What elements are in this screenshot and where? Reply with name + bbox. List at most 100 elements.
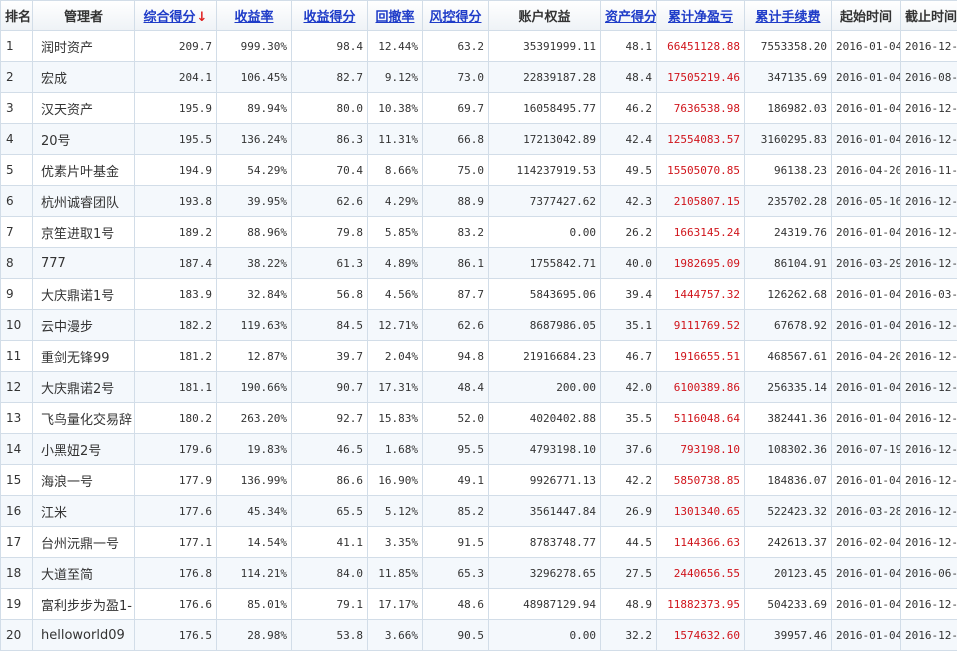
- table-row[interactable]: 5优素片叶基金194.954.29%70.48.66%75.0114237919…: [1, 155, 957, 186]
- table-row[interactable]: 19富利步步为盈1-176.685.01%79.117.17%48.648987…: [1, 589, 957, 620]
- cell-composite-score: 189.2: [135, 217, 217, 248]
- cell-cum-fees: 347135.69: [745, 62, 832, 93]
- table-row[interactable]: 8777187.438.22%61.34.89%86.11755842.7140…: [1, 248, 957, 279]
- cell-start-date: 2016-04-20: [832, 155, 901, 186]
- cell-return-score: 86.3: [292, 124, 368, 155]
- cell-return-score: 39.7: [292, 341, 368, 372]
- cell-end-date: 2016-12-20: [901, 620, 957, 651]
- cell-rank: 5: [1, 155, 33, 186]
- cell-risk-score: 49.1: [423, 465, 489, 496]
- cell-return-rate: 45.34%: [217, 496, 292, 527]
- cell-start-date: 2016-07-19: [832, 434, 901, 465]
- cell-rank: 9: [1, 279, 33, 310]
- cell-rank: 16: [1, 496, 33, 527]
- table-row[interactable]: 20helloworld09176.528.98%53.83.66%90.50.…: [1, 620, 957, 651]
- column-header-label: 账户权益: [518, 10, 570, 25]
- cell-start-date: 2016-01-04: [832, 589, 901, 620]
- table-row[interactable]: 15海浪一号177.9136.99%86.616.90%49.19926771.…: [1, 465, 957, 496]
- cell-rank: 11: [1, 341, 33, 372]
- cell-start-date: 2016-01-04: [832, 279, 901, 310]
- column-header-return-rate[interactable]: 收益率: [217, 1, 292, 31]
- cell-cum-fees: 86104.91: [745, 248, 832, 279]
- cell-manager: 大道至简: [33, 558, 135, 589]
- cell-composite-score: 209.7: [135, 31, 217, 62]
- table-row[interactable]: 13飞鸟量化交易辞180.2263.20%92.715.83%52.040204…: [1, 403, 957, 434]
- cell-cum-net-pnl: 11882373.95: [657, 589, 745, 620]
- table-row[interactable]: 3汉天资产195.989.94%80.010.38%69.716058495.7…: [1, 93, 957, 124]
- cell-risk-score: 75.0: [423, 155, 489, 186]
- cell-composite-score: 176.5: [135, 620, 217, 651]
- cell-start-date: 2016-01-04: [832, 124, 901, 155]
- cell-rank: 10: [1, 310, 33, 341]
- cell-composite-score: 182.2: [135, 310, 217, 341]
- column-header-cum-net-pnl[interactable]: 累计净盈亏: [657, 1, 745, 31]
- cell-asset-score: 46.2: [601, 93, 657, 124]
- table-row[interactable]: 17台州沅鼎一号177.114.54%41.13.35%91.58783748.…: [1, 527, 957, 558]
- arrow-down-icon[interactable]: ↓: [197, 10, 208, 25]
- cell-rank: 14: [1, 434, 33, 465]
- cell-account-equity: 8783748.77: [489, 527, 601, 558]
- column-header-composite-score[interactable]: 综合得分↓: [135, 1, 217, 31]
- column-header-return-score[interactable]: 收益得分: [292, 1, 368, 31]
- column-header-asset-score[interactable]: 资产得分: [601, 1, 657, 31]
- cell-cum-net-pnl: 12554083.57: [657, 124, 745, 155]
- table-row[interactable]: 420号195.5136.24%86.311.31%66.817213042.8…: [1, 124, 957, 155]
- cell-cum-net-pnl: 7636538.98: [657, 93, 745, 124]
- column-header-cum-fees[interactable]: 累计手续费: [745, 1, 832, 31]
- cell-end-date: 2016-12-21: [901, 310, 957, 341]
- cell-account-equity: 22839187.28: [489, 62, 601, 93]
- cell-drawdown: 15.83%: [368, 403, 423, 434]
- cell-return-score: 80.0: [292, 93, 368, 124]
- cell-asset-score: 42.0: [601, 372, 657, 403]
- cell-drawdown: 17.31%: [368, 372, 423, 403]
- cell-account-equity: 9926771.13: [489, 465, 601, 496]
- cell-start-date: 2016-05-16: [832, 186, 901, 217]
- cell-drawdown: 12.71%: [368, 310, 423, 341]
- cell-rank: 4: [1, 124, 33, 155]
- cell-drawdown: 11.85%: [368, 558, 423, 589]
- column-header-drawdown[interactable]: 回撤率: [368, 1, 423, 31]
- cell-risk-score: 65.3: [423, 558, 489, 589]
- cell-rank: 17: [1, 527, 33, 558]
- cell-asset-score: 37.6: [601, 434, 657, 465]
- cell-account-equity: 1755842.71: [489, 248, 601, 279]
- cell-drawdown: 9.12%: [368, 62, 423, 93]
- cell-account-equity: 17213042.89: [489, 124, 601, 155]
- cell-asset-score: 35.1: [601, 310, 657, 341]
- cell-start-date: 2016-01-04: [832, 372, 901, 403]
- column-header-risk-score[interactable]: 风控得分: [423, 1, 489, 31]
- cell-return-rate: 136.99%: [217, 465, 292, 496]
- cell-risk-score: 86.1: [423, 248, 489, 279]
- table-row[interactable]: 18大道至简176.8114.21%84.011.85%65.33296278.…: [1, 558, 957, 589]
- table-row[interactable]: 16江米177.645.34%65.55.12%85.23561447.8426…: [1, 496, 957, 527]
- table-row[interactable]: 9大庆鼎诺1号183.932.84%56.84.56%87.75843695.0…: [1, 279, 957, 310]
- cell-end-date: 2016-06-03: [901, 558, 957, 589]
- table-row[interactable]: 14小黑妞2号179.619.83%46.51.68%95.54793198.1…: [1, 434, 957, 465]
- cell-cum-net-pnl: 1574632.60: [657, 620, 745, 651]
- cell-cum-net-pnl: 6100389.86: [657, 372, 745, 403]
- table-row[interactable]: 11重剑无锋99181.212.87%39.72.04%94.821916684…: [1, 341, 957, 372]
- table-row[interactable]: 2宏成204.1106.45%82.79.12%73.022839187.284…: [1, 62, 957, 93]
- column-header-end-date: 截止时间: [901, 1, 957, 31]
- table-row[interactable]: 7京笙进取1号189.288.96%79.85.85%83.20.0026.21…: [1, 217, 957, 248]
- ranking-table: 排名管理者综合得分↓收益率收益得分回撤率风控得分账户权益资产得分累计净盈亏累计手…: [0, 0, 957, 651]
- cell-cum-net-pnl: 66451128.88: [657, 31, 745, 62]
- cell-account-equity: 4793198.10: [489, 434, 601, 465]
- cell-cum-net-pnl: 793198.10: [657, 434, 745, 465]
- cell-cum-net-pnl: 9111769.52: [657, 310, 745, 341]
- cell-start-date: 2016-02-04: [832, 527, 901, 558]
- cell-account-equity: 8687986.05: [489, 310, 601, 341]
- cell-account-equity: 114237919.53: [489, 155, 601, 186]
- cell-start-date: 2016-01-04: [832, 465, 901, 496]
- table-row[interactable]: 6杭州诚睿团队193.839.95%62.64.29%88.97377427.6…: [1, 186, 957, 217]
- table-row[interactable]: 12大庆鼎诺2号181.1190.66%90.717.31%48.4200.00…: [1, 372, 957, 403]
- table-row[interactable]: 10云中漫步182.2119.63%84.512.71%62.68687986.…: [1, 310, 957, 341]
- cell-manager: 润时资产: [33, 31, 135, 62]
- cell-account-equity: 48987129.94: [489, 589, 601, 620]
- table-row[interactable]: 1润时资产209.7999.30%98.412.44%63.235391999.…: [1, 31, 957, 62]
- cell-asset-score: 26.2: [601, 217, 657, 248]
- cell-start-date: 2016-01-04: [832, 31, 901, 62]
- cell-manager: 飞鸟量化交易辞: [33, 403, 135, 434]
- cell-drawdown: 2.04%: [368, 341, 423, 372]
- cell-end-date: 2016-12-21: [901, 434, 957, 465]
